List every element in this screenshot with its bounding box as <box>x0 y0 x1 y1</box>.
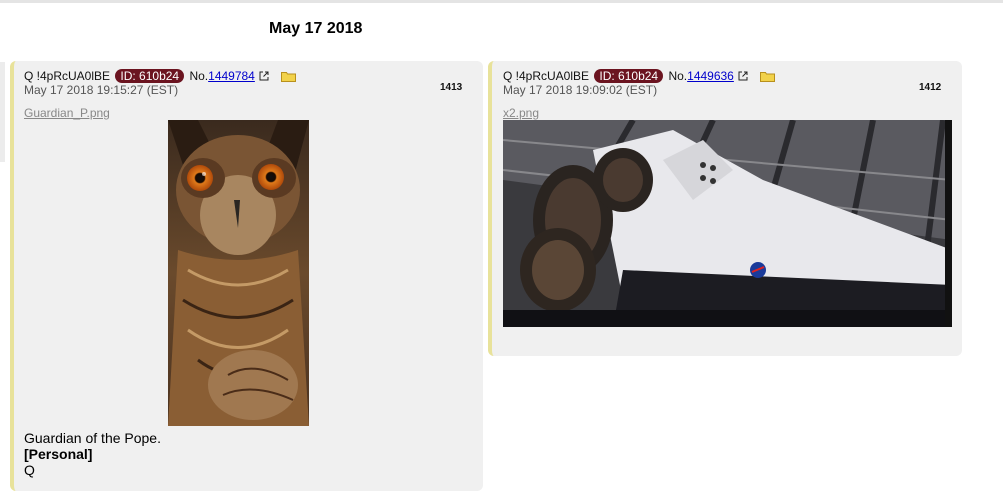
id-badge[interactable]: ID: 610b24 <box>594 69 664 83</box>
post-count: 1413 <box>440 82 463 93</box>
external-link-icon[interactable] <box>259 71 269 81</box>
previous-post-edge <box>0 62 5 162</box>
post-no-label: No. <box>189 69 209 83</box>
post-header: Q !4pRcUA0lBE ID: 610b24 No.1449636 <box>503 69 775 83</box>
post-body-line: Guardian of the Pope. <box>24 430 161 446</box>
image-filename-link[interactable]: x2.png <box>503 106 539 120</box>
post-timestamp: May 17 2018 19:09:02 (EST) <box>503 83 658 97</box>
post-number-link[interactable]: 1449784 <box>208 69 255 83</box>
owl-image[interactable] <box>168 120 309 426</box>
post-header: Q !4pRcUA0lBE ID: 610b24 No.1449784 <box>24 69 296 83</box>
image-filename-link[interactable]: Guardian_P.png <box>24 106 110 120</box>
author-name: Q !4pRcUA0lBE <box>503 69 590 83</box>
post-body-line-bold: [Personal] <box>24 446 161 462</box>
folder-icon[interactable] <box>759 71 775 82</box>
post-card: Q !4pRcUA0lBE ID: 610b24 No.1449636 May … <box>488 61 962 356</box>
post-body: Guardian of the Pope. [Personal] Q <box>24 430 161 478</box>
post-number-link[interactable]: 1449636 <box>687 69 734 83</box>
post-no-label: No. <box>668 69 688 83</box>
shuttle-photo-icon <box>503 120 952 327</box>
post-body-bold-text: [Personal] <box>24 446 93 462</box>
folder-icon[interactable] <box>280 71 296 82</box>
id-badge[interactable]: ID: 610b24 <box>115 69 185 83</box>
top-rule <box>0 0 1003 3</box>
external-link-icon[interactable] <box>738 71 748 81</box>
date-heading: May 17 2018 <box>269 20 363 37</box>
post-card: Q !4pRcUA0lBE ID: 610b24 No.1449784 May … <box>10 61 483 491</box>
post-signature: Q <box>24 462 35 478</box>
post-count: 1412 <box>919 82 942 93</box>
post-timestamp: May 17 2018 19:15:27 (EST) <box>24 83 179 97</box>
owl-photo-icon <box>168 120 309 426</box>
author-name: Q !4pRcUA0lBE <box>24 69 111 83</box>
space-shuttle-image[interactable] <box>503 120 952 327</box>
